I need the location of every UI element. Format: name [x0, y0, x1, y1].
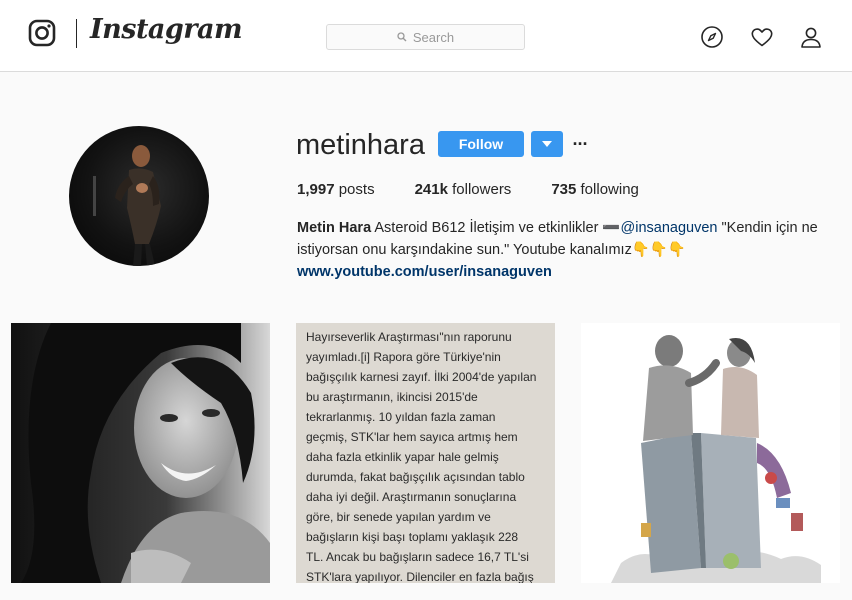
- profile-bio: Metin Hara Asteroid B612 İletişim ve etk…: [297, 217, 837, 283]
- bio-full-name: Metin Hara: [297, 220, 372, 236]
- follow-button[interactable]: Follow: [438, 131, 524, 157]
- stat-followers[interactable]: 241k followers: [415, 181, 512, 198]
- stat-following[interactable]: 735 following: [551, 181, 639, 198]
- search-icon: [397, 32, 407, 42]
- post-thumbnail-3[interactable]: [581, 323, 840, 583]
- heart-icon[interactable]: [750, 25, 774, 49]
- profile-avatar[interactable]: [69, 126, 209, 266]
- bio-mention-link[interactable]: @insanaguven: [621, 220, 718, 236]
- compass-icon[interactable]: [700, 25, 724, 49]
- more-options-button[interactable]: ···: [572, 131, 589, 157]
- post-thumbnail-1[interactable]: [11, 323, 270, 583]
- suggestions-dropdown-button[interactable]: [531, 131, 563, 157]
- caret-down-icon: [542, 141, 552, 147]
- search-input[interactable]: Search: [326, 24, 525, 50]
- bio-text: Asteroid B612 İletişim ve etkinlikler ➖: [371, 220, 621, 236]
- nav-divider: [76, 19, 77, 48]
- top-nav: Instagram Search: [0, 0, 852, 72]
- profile-username: metinhara: [296, 129, 425, 161]
- illustration-artwork: [581, 323, 840, 583]
- post-thumbnail-2[interactable]: Hayırseverlik Araştırması"nın raporunu y…: [296, 323, 555, 583]
- bio-website-link[interactable]: www.youtube.com/user/insanaguven: [297, 261, 837, 283]
- user-icon[interactable]: [799, 25, 823, 49]
- post-text-content: Hayırseverlik Araştırması"nın raporunu y…: [306, 330, 537, 583]
- stat-posts: 1,997 posts: [297, 181, 375, 198]
- profile-stats: 1,997 posts 241k followers 735 following: [297, 181, 679, 198]
- portrait-photo: [11, 323, 270, 583]
- search-placeholder: Search: [412, 29, 455, 45]
- instagram-wordmark[interactable]: Instagram: [90, 14, 243, 45]
- instagram-glyph-icon[interactable]: [28, 19, 56, 47]
